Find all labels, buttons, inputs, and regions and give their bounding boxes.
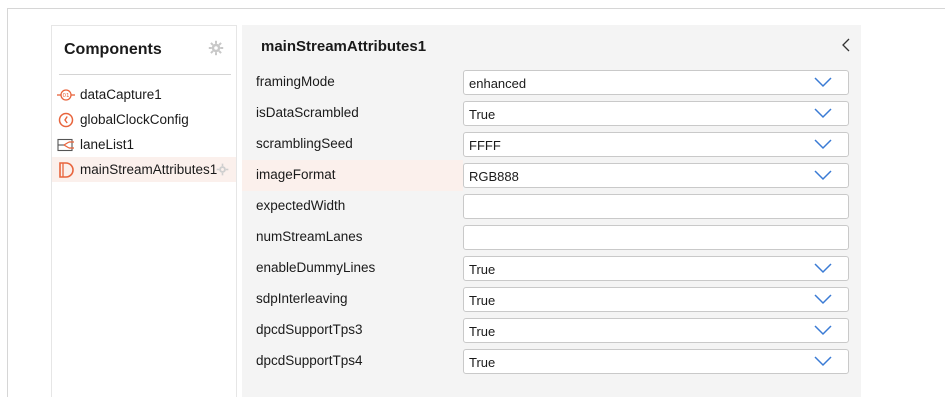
dpcdsupporttps3-select[interactable]: True xyxy=(463,318,849,343)
attribute-label: numStreamLanes xyxy=(256,229,363,244)
component-label: laneList1 xyxy=(80,137,135,152)
components-panel: Components 01 dataCapture1 globalClockCo… xyxy=(51,25,237,397)
attribute-row-dpcdsupporttps4: dpcdSupportTps4 True xyxy=(242,346,861,377)
data-capture-icon: 01 xyxy=(57,86,75,104)
components-divider xyxy=(59,74,231,75)
attribute-label: dpcdSupportTps4 xyxy=(256,353,363,368)
component-label: mainStreamAttributes1 xyxy=(80,162,218,177)
clock-icon xyxy=(57,111,75,129)
sdpinterleaving-select[interactable]: True xyxy=(463,287,849,312)
field-value: RGB888 xyxy=(469,169,519,184)
attribute-row-framingmode: framingMode enhanced xyxy=(242,67,861,98)
chevron-down-icon[interactable] xyxy=(814,325,832,336)
expectedwidth-input[interactable] xyxy=(463,194,849,219)
row-label-cell: dpcdSupportTps4 xyxy=(242,346,463,377)
row-label-cell: enableDummyLines xyxy=(242,253,463,284)
chevron-down-icon[interactable] xyxy=(814,139,832,150)
component-item-globalclockconfig[interactable]: globalClockConfig xyxy=(52,107,236,132)
attribute-row-dpcdsupporttps3: dpcdSupportTps3 True xyxy=(242,315,861,346)
row-label-cell: numStreamLanes xyxy=(242,222,463,253)
row-label-cell: sdpInterleaving xyxy=(242,284,463,315)
attribute-label: enableDummyLines xyxy=(256,260,376,275)
field-value: True xyxy=(469,107,496,122)
field-value: enhanced xyxy=(469,76,527,91)
attribute-row-enabledummylines: enableDummyLines True xyxy=(242,253,861,284)
chevron-left-icon[interactable] xyxy=(840,37,852,53)
row-label-cell: dpcdSupportTps3 xyxy=(242,315,463,346)
attribute-row-scramblingseed: scramblingSeed FFFF xyxy=(242,129,861,160)
attributes-table: framingMode enhanced isDataScrambled Tru… xyxy=(242,67,861,377)
component-label: dataCapture1 xyxy=(80,87,162,102)
svg-text:01: 01 xyxy=(63,93,70,99)
attribute-label: sdpInterleaving xyxy=(256,291,348,306)
components-title: Components xyxy=(64,41,162,58)
field-value: True xyxy=(469,355,496,370)
attribute-label: framingMode xyxy=(256,74,335,89)
lane-list-icon xyxy=(57,136,75,154)
stream-attributes-icon xyxy=(57,161,75,179)
settings-icon[interactable] xyxy=(216,163,229,176)
chevron-down-icon[interactable] xyxy=(814,170,832,181)
chevron-down-icon[interactable] xyxy=(814,77,832,88)
field-value: FFFF xyxy=(469,138,501,153)
scramblingseed-select[interactable]: FFFF xyxy=(463,132,849,157)
chevron-down-icon[interactable] xyxy=(814,294,832,305)
attribute-row-expectedwidth: expectedWidth xyxy=(242,191,861,222)
chevron-down-icon[interactable] xyxy=(814,263,832,274)
attribute-label: imageFormat xyxy=(256,167,336,182)
enabledummylines-select[interactable]: True xyxy=(463,256,849,281)
chevron-down-icon[interactable] xyxy=(814,356,832,367)
row-label-cell: framingMode xyxy=(242,67,463,98)
attribute-label: dpcdSupportTps3 xyxy=(256,322,363,337)
attributes-title: mainStreamAttributes1 xyxy=(261,38,427,55)
component-label: globalClockConfig xyxy=(80,112,189,127)
attribute-row-sdpinterleaving: sdpInterleaving True xyxy=(242,284,861,315)
component-item-lanelist[interactable]: laneList1 xyxy=(52,132,236,157)
attribute-label: expectedWidth xyxy=(256,198,346,213)
row-label-cell: isDataScrambled xyxy=(242,98,463,129)
framingmode-select[interactable]: enhanced xyxy=(463,70,849,95)
dpcdsupporttps4-select[interactable]: True xyxy=(463,349,849,374)
field-value: True xyxy=(469,293,496,308)
components-list: 01 dataCapture1 globalClockConfig laneLi… xyxy=(52,82,236,182)
isdatascrambled-select[interactable]: True xyxy=(463,101,849,126)
row-label-cell: imageFormat xyxy=(242,160,463,191)
attribute-row-numstreamlanes: numStreamLanes xyxy=(242,222,861,253)
imageformat-select[interactable]: RGB888 xyxy=(463,163,849,188)
attribute-label: isDataScrambled xyxy=(256,105,359,120)
field-value: True xyxy=(469,324,496,339)
attributes-panel: mainStreamAttributes1 framingMode enhanc… xyxy=(242,25,861,397)
row-label-cell: scramblingSeed xyxy=(242,129,463,160)
attribute-row-imageformat: imageFormat RGB888 xyxy=(242,160,861,191)
component-item-mainstreamattributes[interactable]: mainStreamAttributes1 xyxy=(52,157,236,182)
chevron-down-icon[interactable] xyxy=(814,108,832,119)
gear-icon[interactable] xyxy=(208,40,224,56)
numstreamlanes-input[interactable] xyxy=(463,225,849,250)
attribute-row-isdatascrambled: isDataScrambled True xyxy=(242,98,861,129)
component-item-datacapture[interactable]: 01 dataCapture1 xyxy=(52,82,236,107)
row-label-cell: expectedWidth xyxy=(242,191,463,222)
field-value: True xyxy=(469,262,496,277)
attribute-label: scramblingSeed xyxy=(256,136,353,151)
